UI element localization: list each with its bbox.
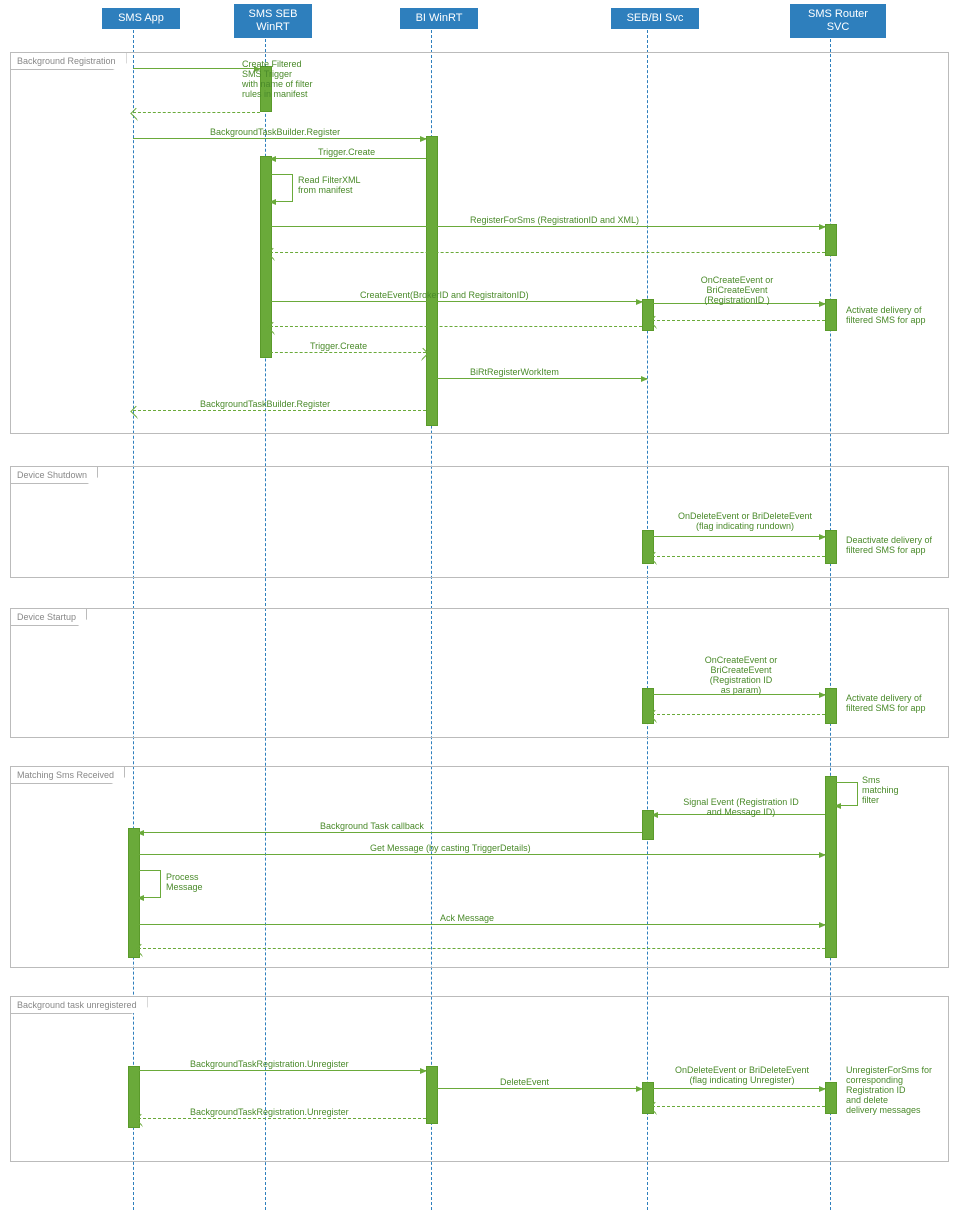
msg-self-matching — [835, 782, 858, 806]
activation-bi-2 — [426, 1066, 438, 1124]
note-activate-2: Activate delivery of filtered SMS for ap… — [846, 694, 926, 714]
msg-register-for-sms — [270, 226, 825, 227]
lbl-matching: Sms matching filter — [862, 776, 912, 806]
msg-create-filtered — [133, 68, 260, 69]
actor-sms-seb-winrt: SMS SEB WinRT — [234, 4, 312, 38]
msg-register — [133, 138, 426, 139]
lbl-ondelete-1: OnDeleteEvent or BriDeleteEvent (flag in… — [670, 512, 820, 532]
note-activate-1: Activate delivery of filtered SMS for ap… — [846, 306, 926, 326]
lbl-birt: BiRtRegisterWorkItem — [470, 368, 559, 378]
lbl-trigger-create: Trigger.Create — [318, 148, 375, 158]
msg-ondelete-1 — [652, 536, 825, 537]
msg-ondelete-1-ret — [652, 556, 825, 557]
msg-create-event — [270, 301, 642, 302]
actor-seb-bi-svc: SEB/BI Svc — [611, 8, 699, 29]
note-unregister-sms: UnregisterForSms for corresponding Regis… — [846, 1066, 946, 1115]
msg-bg-callback — [138, 832, 642, 833]
activation-router-1 — [825, 224, 837, 256]
lbl-ondelete-2: OnDeleteEvent or BriDeleteEvent (flag in… — [662, 1066, 822, 1086]
frame-label: Background Registration — [11, 53, 127, 70]
lbl-unregister: BackgroundTaskRegistration.Unregister — [190, 1060, 349, 1070]
lbl-create-filtered: Create Filtered SMS Trigger with name of… — [242, 60, 332, 100]
msg-trigger-create-ret — [270, 352, 426, 353]
lbl-process: Process Message — [166, 873, 203, 893]
activation-router-3 — [825, 530, 837, 564]
lbl-signal: Signal Event (Registration ID and Messag… — [676, 798, 806, 818]
frame-label: Device Startup — [11, 609, 87, 626]
lbl-oncreate-2: OnCreateEvent or BriCreateEvent (Registr… — [696, 656, 786, 696]
activation-bi-1 — [426, 136, 438, 426]
msg-ack-ret — [138, 948, 825, 949]
actor-sms-router-svc: SMS Router SVC — [790, 4, 886, 38]
lbl-read-filter: Read FilterXML from manifest — [298, 176, 361, 196]
actor-sms-app: SMS App — [102, 8, 180, 29]
msg-unregister-ret — [138, 1118, 426, 1119]
msg-self-process — [138, 870, 161, 898]
lbl-unregister-ret: BackgroundTaskRegistration.Unregister — [190, 1108, 349, 1118]
lbl-register-for-sms: RegisterForSms (RegistrationID and XML) — [470, 216, 639, 226]
msg-createevent-ret — [270, 326, 642, 327]
msg-register-for-sms-ret — [270, 252, 825, 253]
activation-router-2 — [825, 299, 837, 331]
actor-bi-winrt: BI WinRT — [400, 8, 478, 29]
frame-label: Background task unregistered — [11, 997, 148, 1014]
msg-ondelete-2 — [652, 1088, 825, 1089]
msg-trigger-create — [270, 158, 426, 159]
lbl-bg-callback: Background Task callback — [320, 822, 424, 832]
frame-label: Device Shutdown — [11, 467, 98, 484]
msg-oncreate-2-ret — [652, 714, 825, 715]
msg-birt — [436, 378, 647, 379]
lbl-create-event: CreateEvent(BrokerID and RegistraitonID) — [360, 291, 529, 301]
lbl-ack: Ack Message — [440, 914, 494, 924]
lbl-register: BackgroundTaskBuilder.Register — [210, 128, 340, 138]
msg-unregister — [138, 1070, 426, 1071]
msg-delete-event — [436, 1088, 642, 1089]
msg-register-ret — [133, 410, 426, 411]
msg-oncreate-ret — [652, 320, 825, 321]
msg-ondelete-2-ret — [652, 1106, 825, 1107]
lbl-get-msg: Get Message (by casting TriggerDetails) — [370, 844, 531, 854]
lbl-trigger-create-2: Trigger.Create — [310, 342, 367, 352]
lbl-oncreate: OnCreateEvent or BriCreateEvent (Registr… — [692, 276, 782, 306]
lbl-delete-event: DeleteEvent — [500, 1078, 549, 1088]
frame-startup: Device Startup — [10, 608, 949, 738]
msg-self-read-filter — [270, 174, 293, 202]
sequence-diagram: SMS App SMS SEB WinRT BI WinRT SEB/BI Sv… — [0, 0, 961, 1216]
note-deactivate: Deactivate delivery of filtered SMS for … — [846, 536, 932, 556]
msg-get-msg — [138, 854, 825, 855]
activation-router-4 — [825, 688, 837, 724]
frame-matching: Matching Sms Received — [10, 766, 949, 968]
lbl-register-ret: BackgroundTaskBuilder.Register — [200, 400, 330, 410]
msg-create-filtered-ret — [133, 112, 260, 113]
activation-router-6 — [825, 1082, 837, 1114]
msg-ack — [138, 924, 825, 925]
frame-label: Matching Sms Received — [11, 767, 125, 784]
